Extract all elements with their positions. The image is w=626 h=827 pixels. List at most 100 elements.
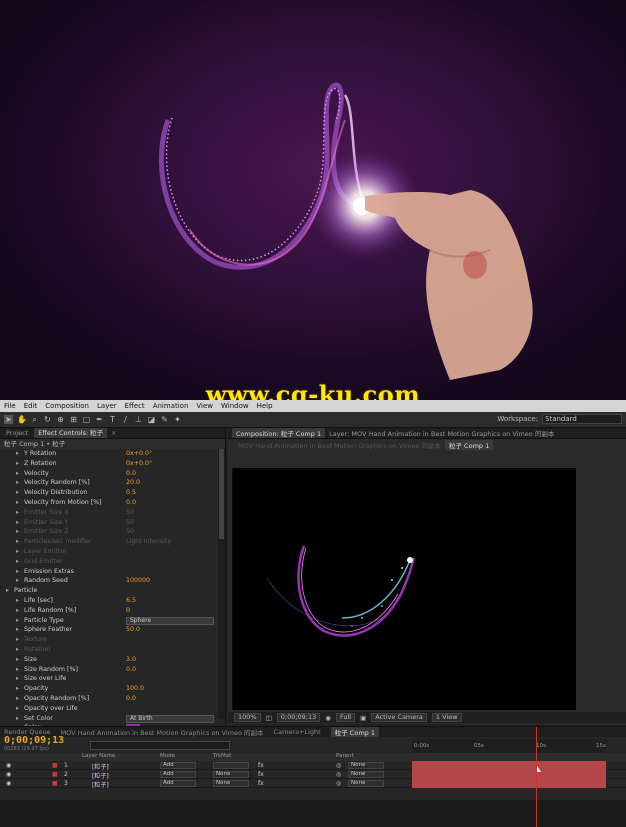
effect-param-value[interactable]: 20.0 (126, 478, 140, 488)
effect-param-value[interactable]: 0x+0.0° (126, 459, 152, 469)
twirl-arrow-icon[interactable]: ▸ (16, 537, 19, 547)
fx-switch-icon[interactable]: fx (258, 762, 264, 769)
twirl-arrow-icon[interactable]: ▸ (16, 518, 19, 528)
twirl-arrow-icon[interactable]: ▸ (16, 625, 19, 635)
effect-param-row[interactable]: Emitter Size Z ▸ 50 (0, 527, 218, 537)
twirl-arrow-icon[interactable]: ▸ (16, 694, 19, 704)
tab-layer[interactable]: Layer: MOV Hand Animation in Best Motion… (329, 428, 554, 438)
layer-duration-bar[interactable] (412, 779, 606, 788)
tab-mov-comp[interactable]: MOV Hand Animation in Best Motion Graphi… (61, 727, 264, 737)
effect-param-row[interactable]: Opacity Random [%] ▸ 0.0 (0, 694, 218, 704)
effect-param-value[interactable]: 6.5 (126, 596, 136, 606)
effect-param-row[interactable]: Velocity from Motion [%] ▸ 0.0 (0, 498, 218, 508)
layer-mode-dropdown[interactable]: Add (160, 771, 196, 778)
menu-file[interactable]: File (4, 402, 16, 410)
effect-param-row[interactable]: Set Color ▸ At Birth (0, 714, 218, 724)
twirl-arrow-icon[interactable]: ▸ (16, 459, 19, 469)
menu-animation[interactable]: Animation (153, 402, 189, 410)
twirl-arrow-icon[interactable]: ▸ (16, 596, 19, 606)
effect-param-row[interactable]: Emission Extras ▸ (0, 567, 218, 577)
effect-param-row[interactable]: Sphere Feather ▸ 50.0 (0, 625, 218, 635)
visibility-icon[interactable]: ◉ (6, 762, 11, 769)
effect-param-value[interactable]: 0.0 (126, 469, 136, 479)
effect-param-value[interactable]: 50 (126, 527, 134, 537)
layer-duration-bar[interactable] (412, 761, 606, 770)
effect-param-row[interactable]: Velocity Random [%] ▸ 20.0 (0, 478, 218, 488)
composition-viewer[interactable] (231, 468, 576, 710)
layer-mode-dropdown[interactable]: Add (160, 780, 196, 787)
effect-param-row[interactable]: Velocity ▸ 0.0 (0, 469, 218, 479)
effect-param-row[interactable]: Z Rotation ▸ 0x+0.0° (0, 459, 218, 469)
effect-param-dropdown[interactable]: At Birth (126, 714, 214, 723)
effect-param-row[interactable]: Emitter Size Y ▸ 50 (0, 518, 218, 528)
twirl-arrow-icon[interactable]: ▸ (16, 469, 19, 479)
twirl-arrow-icon[interactable]: ▸ (16, 655, 19, 665)
effect-param-row[interactable]: Rotation ▸ (0, 645, 218, 655)
tab-project[interactable]: Project (2, 428, 32, 438)
layer-trkmat-dropdown[interactable]: None (213, 771, 249, 778)
twirl-arrow-icon[interactable]: ▸ (16, 508, 19, 518)
layer-duration-bar[interactable] (412, 770, 606, 779)
menu-help[interactable]: Help (257, 402, 273, 410)
timeline-layer-row[interactable]: ◉ ■ 3 [粒子] Add None fx ◎ None (0, 779, 626, 789)
fx-switch-icon[interactable]: fx (258, 771, 264, 778)
effect-param-row[interactable]: Opacity over Life ▸ (0, 704, 218, 714)
twirl-arrow-icon[interactable]: ▸ (16, 665, 19, 675)
effect-param-row[interactable]: Emitter Size X ▸ 50 (0, 508, 218, 518)
effect-param-row[interactable]: Grid Emitter ▸ (0, 557, 218, 567)
menu-effect[interactable]: Effect (125, 402, 145, 410)
layer-trkmat-dropdown[interactable]: None (213, 780, 249, 787)
effect-param-row[interactable]: Life [sec] ▸ 6.5 (0, 596, 218, 606)
menu-composition[interactable]: Composition (45, 402, 89, 410)
brush-tool-icon[interactable]: / (121, 415, 130, 424)
effect-param-value[interactable]: 100.0 (126, 684, 144, 694)
mask-tool-icon[interactable]: ▢ (82, 415, 91, 424)
label-color-swatch[interactable]: ■ (52, 780, 58, 787)
effect-param-value[interactable]: 3.0 (126, 655, 136, 665)
selection-tool-icon[interactable]: ➤ (4, 415, 13, 424)
effect-param-value[interactable]: 50 (126, 518, 134, 528)
twirl-arrow-icon[interactable]: ▸ (16, 488, 19, 498)
fx-switch-icon[interactable]: fx (258, 780, 264, 787)
twirl-arrow-icon[interactable]: ▸ (16, 576, 19, 586)
effect-param-row[interactable]: Texture ▸ (0, 635, 218, 645)
effect-param-row[interactable]: Size Random [%] ▸ 0.0 (0, 665, 218, 675)
parent-pickwhip-icon[interactable]: ◎ (336, 771, 341, 778)
label-color-swatch[interactable]: ■ (52, 762, 58, 769)
effect-param-value[interactable]: 0.0 (126, 694, 136, 704)
tab-effect-controls[interactable]: Effect Controls: 粒子 (34, 428, 108, 438)
effect-param-value[interactable]: Light Intensity (126, 537, 171, 547)
tab-composition[interactable]: Composition: 粒子 Comp 1 (232, 428, 326, 438)
effect-param-row[interactable]: Size ▸ 3.0 (0, 655, 218, 665)
roto-tool-icon[interactable]: ✎ (160, 415, 169, 424)
workspace-dropdown[interactable]: Standard (542, 414, 622, 424)
effect-controls-scrollbar[interactable] (218, 449, 225, 719)
view-layout-dropdown[interactable]: 1 View (431, 713, 462, 722)
effect-param-row[interactable]: Random Seed ▸ 100000 (0, 576, 218, 586)
hand-tool-icon[interactable]: ✋ (17, 415, 27, 424)
layer-name[interactable]: [粒子] (92, 780, 109, 789)
effect-param-value[interactable]: 100000 (126, 576, 150, 586)
parent-pickwhip-icon[interactable]: ◎ (336, 780, 341, 787)
subtab-comp[interactable]: 粒子 Comp 1 (444, 439, 494, 450)
effect-param-row[interactable]: Y Rotation ▸ 0x+0.0° (0, 449, 218, 459)
effect-param-value[interactable]: 0.5 (126, 488, 136, 498)
tab-camera-light[interactable]: Camera+Light (274, 728, 321, 736)
menu-layer[interactable]: Layer (97, 402, 117, 410)
layer-trkmat-dropdown[interactable] (213, 762, 249, 769)
effect-param-row[interactable]: Particle ▸ (0, 586, 218, 596)
twirl-arrow-icon[interactable]: ▸ (16, 714, 19, 724)
layer-mode-dropdown[interactable]: Add (160, 762, 196, 769)
twirl-arrow-icon[interactable]: ▸ (16, 684, 19, 694)
effect-param-value[interactable]: 0x+0.0° (126, 449, 152, 459)
camera-tool-icon[interactable]: ⊕ (56, 415, 65, 424)
effect-param-row[interactable]: Particles/sec modifier ▸ Light Intensity (0, 537, 218, 547)
twirl-arrow-icon[interactable]: ▸ (16, 567, 19, 577)
menu-edit[interactable]: Edit (24, 402, 38, 410)
timeline-timecode[interactable]: 0;00;09;13 (4, 736, 64, 746)
effect-param-row[interactable]: Opacity ▸ 100.0 (0, 684, 218, 694)
effect-param-value[interactable]: 50 (126, 508, 134, 518)
twirl-arrow-icon[interactable]: ▸ (16, 547, 19, 557)
time-ruler[interactable]: 0:00s 05s 10s 15s (412, 739, 606, 753)
zoom-dropdown[interactable]: 100% (234, 713, 261, 722)
